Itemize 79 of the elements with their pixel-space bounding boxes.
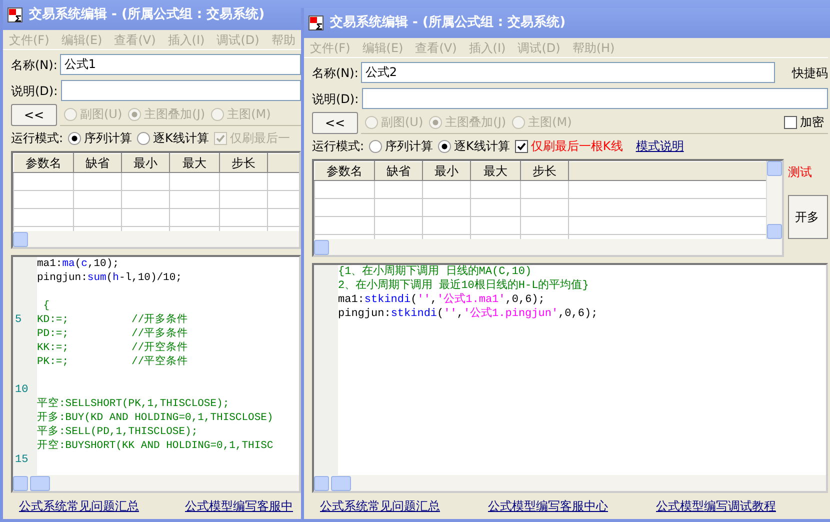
help-link[interactable]: 公式模型编写客服中心 [488, 497, 608, 515]
radio-label: 逐K线计算 [454, 138, 510, 155]
help-link[interactable]: 模式说明 [636, 137, 684, 155]
line-number: 10 [15, 384, 28, 396]
checkbox-label: 加密 [800, 114, 824, 131]
name-field[interactable]: 公式1 [60, 54, 301, 75]
code-line: 平多:SELL(PD,1,THISCLOSE); [36, 425, 198, 439]
horizontal-scrollbar[interactable] [13, 475, 299, 491]
checkbox-label: 仅刷最后一根K线 [530, 138, 623, 155]
test-label: 测试 [788, 164, 813, 181]
code-editor[interactable]: {1、在小周期下调用 日线的MA(C,10) 2、在小周期下调用 最近10根日线的H-L的平均值} ma1:stkindi('','公式1.ma1',0,6); pingjun:stkindi('','公式1.pingjun',0,6); [312, 263, 828, 493]
column-header[interactable]: 参数名 [314, 162, 374, 180]
code-line: KK:=; //开空条件 [36, 341, 188, 355]
help-link[interactable]: 公式模型编写客服中 [185, 497, 293, 515]
description-field[interactable] [60, 80, 301, 101]
checkbox[interactable] [784, 116, 797, 128]
radio-button[interactable] [137, 132, 150, 144]
code-line: 平空:SELLSHORT(PK,1,THISCLOSE); [36, 397, 230, 411]
radio-label: 主图(M) [528, 114, 572, 131]
collapse-button[interactable]: << [11, 104, 57, 126]
horizontal-scrollbar[interactable] [314, 239, 782, 255]
horizontal-scrollbar[interactable] [314, 475, 826, 491]
collapse-button[interactable]: << [312, 112, 358, 134]
field-label: 运行模式: [11, 130, 64, 147]
code-editor[interactable] [11, 255, 301, 493]
radio-label: 主图叠加(J) [445, 114, 506, 131]
radio-button[interactable] [438, 140, 452, 152]
code-line: {1、在小周期下调用 日线的MA(C,10) [337, 265, 532, 279]
code-line: PD:=; //平多条件 [36, 327, 188, 341]
description-field[interactable] [362, 88, 828, 109]
horizontal-scrollbar[interactable] [13, 231, 299, 247]
action-button[interactable]: 开多 [788, 195, 828, 239]
vertical-scrollbar[interactable] [766, 161, 782, 239]
field-label: 名称(N): [312, 64, 358, 82]
code-line: { [42, 299, 50, 313]
code-line: 开空:BUYSHORT(KK AND HOLDING=0,1,THISC [36, 439, 274, 453]
code-line: pingjun:sum(h-l,10)/10; [36, 271, 182, 285]
field-label: 说明(D): [11, 82, 58, 100]
radio-label: 序列计算 [385, 138, 434, 155]
column-header[interactable]: 参数名 [14, 154, 74, 172]
checkbox[interactable] [514, 140, 528, 152]
code-line: 开多:BUY(KD AND HOLDING=0,1,THISCLOSE) [36, 411, 274, 425]
field-label: 名称(N): [11, 56, 58, 74]
code-line: 2、在小周期下调用 最近10根日线的H-L的平均值} [337, 279, 589, 293]
radio-label: 主图(M) [227, 106, 271, 123]
help-link[interactable]: 公式模型编写调试教程 [656, 497, 776, 515]
radio-button[interactable] [68, 132, 82, 144]
column-header[interactable]: 缺省 [374, 162, 422, 180]
column-header[interactable]: 步长 [220, 154, 268, 172]
column-header[interactable]: 缺省 [74, 154, 122, 172]
radio-label: 副图(U) [381, 114, 424, 131]
code-line: pingjun:stkindi('','公式1.pingjun',0,6); [337, 307, 598, 321]
code-line: PK:=; //平空条件 [36, 355, 188, 369]
column-header[interactable]: 最大 [170, 154, 220, 172]
help-link[interactable]: 公式系统常见问题汇总 [19, 497, 139, 515]
app-icon [7, 7, 23, 23]
help-link[interactable]: 公式系统常见问题汇总 [320, 497, 440, 515]
line-number: 15 [15, 454, 28, 466]
code-line: KD:=; //开多条件 [36, 313, 188, 327]
code-line: ma1:ma(c,10); [36, 257, 119, 271]
name-field[interactable]: 公式2 [361, 62, 775, 83]
column-header[interactable]: 最大 [470, 162, 520, 180]
line-number: 5 [15, 314, 22, 326]
radio-label: 副图(U) [80, 106, 122, 123]
checkbox-label: 仅刷最后一 [230, 130, 290, 147]
window-title: 交易系统编辑 - (所属公式组 : 交易系统) [330, 14, 566, 32]
field-label: 快捷码 [792, 64, 828, 82]
code-line: ma1:stkindi('','公式1.ma1',0,6); [337, 293, 545, 307]
column-header[interactable]: 步长 [520, 162, 568, 180]
field-label: 说明(D): [312, 90, 359, 108]
app-icon [308, 15, 324, 31]
radio-label: 主图叠加(J) [144, 106, 206, 123]
column-header[interactable]: 最小 [122, 154, 170, 172]
radio-label: 序列计算 [84, 130, 132, 147]
column-header[interactable]: 最小 [422, 162, 470, 180]
radio-button[interactable] [369, 140, 382, 152]
field-label: 运行模式: [312, 138, 364, 155]
radio-label: 逐K线计算 [153, 130, 209, 147]
window-title: 交易系统编辑 - (所属公式组 : 交易系统) [29, 6, 265, 24]
